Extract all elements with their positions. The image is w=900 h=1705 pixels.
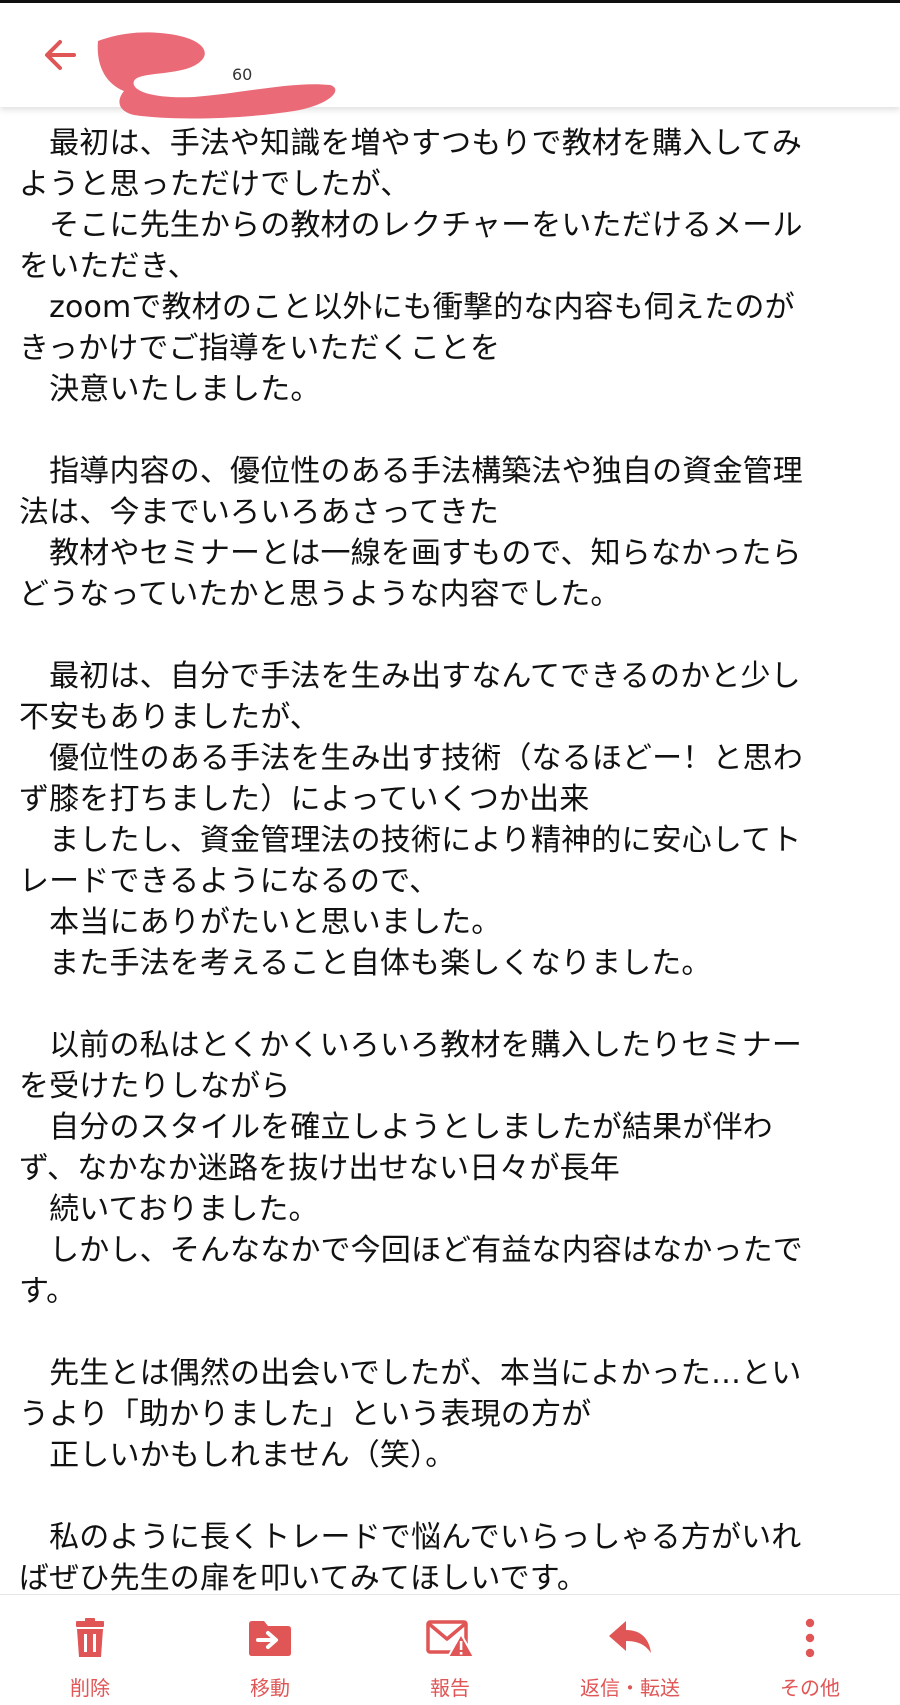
email-line: そこに先生からの教材のレクチャーをいただけるメール	[19, 208, 803, 243]
back-button[interactable]	[34, 29, 86, 81]
paragraph-break	[19, 984, 891, 1025]
paragraph-break	[19, 1476, 891, 1517]
email-line: 続いておりました。	[19, 1192, 319, 1227]
email-line: うより「助かりました」という表現の方が	[19, 1397, 592, 1432]
email-line: 正しいかもしれません（笑）。	[19, 1438, 456, 1473]
delete-label: 削除	[70, 1676, 110, 1700]
email-line: きっかけでご指導をいただくことを	[19, 331, 501, 366]
email-line: 優位性のある手法を生み出す技術（なるほどー！と思わ	[19, 741, 803, 776]
email-line: しかし、そんななかで今回ほど有益な内容はなかったで	[19, 1233, 803, 1268]
more-button[interactable]: その他	[730, 1595, 890, 1705]
email-body: 最初は、手法や知識を増やすつもりで教材を購入してみ ようと思っただけでしたが、 そ…	[19, 123, 891, 1599]
email-line: す。	[19, 1274, 77, 1309]
report-mail-icon	[425, 1613, 475, 1663]
report-button[interactable]: 報告	[370, 1595, 530, 1705]
move-label: 移動	[250, 1676, 290, 1700]
email-line: ず膝を打ちました）によっていくつか出来	[19, 782, 590, 817]
app-header: 60	[0, 3, 900, 119]
email-line: を受けたりしながら	[19, 1069, 291, 1104]
delete-button[interactable]: 削除	[10, 1595, 170, 1705]
paragraph-break	[19, 410, 891, 451]
email-line: 不安もありましたが、	[19, 700, 320, 735]
email-line: ましたし、資金管理法の技術により精神的に安心してト	[19, 823, 802, 858]
move-folder-icon	[245, 1613, 295, 1663]
email-line: 最初は、手法や知識を増やすつもりで教材を購入してみ	[19, 126, 802, 161]
reply-icon	[605, 1613, 655, 1663]
email-line: 教材やセミナーとは一線を画すもので、知らなかったら	[19, 536, 802, 571]
email-line: 決意いたしました。	[19, 372, 321, 407]
email-line: 指導内容の、優位性のある手法構築法や独自の資金管理	[19, 454, 803, 489]
email-line: ようと思っただけでしたが、	[19, 167, 411, 202]
bottom-toolbar: 削除 移動 報告 返信・転送 その他	[0, 1594, 900, 1705]
email-line: レードできるようになるので、	[19, 864, 440, 899]
email-line: ばぜひ先生の扉を叩いてみてほしいです。	[19, 1561, 588, 1596]
email-line: 自分のスタイルを確立しようとしましたが結果が伴わ	[19, 1110, 773, 1145]
trash-icon	[65, 1613, 115, 1663]
email-line: ず、なかなか迷路を抜け出せない日々が長年	[19, 1151, 620, 1186]
report-label: 報告	[430, 1676, 470, 1700]
email-line: どうなっていたかと思うような内容でした。	[19, 577, 621, 612]
redaction-mark	[97, 32, 336, 119]
email-line: 法は、今までいろいろあさってきた	[19, 495, 499, 530]
email-line: また手法を考えること自体も楽しくなりました。	[19, 946, 712, 981]
back-arrow-icon	[45, 40, 76, 70]
email-line: zoomで教材のこと以外にも衝撃的な内容も伺えたのが	[19, 290, 795, 325]
email-line: をいただき、	[19, 249, 198, 284]
more-label: その他	[780, 1676, 840, 1700]
reply-forward-button[interactable]: 返信・転送	[550, 1595, 710, 1705]
more-vertical-icon	[785, 1613, 835, 1663]
email-line: 最初は、自分で手法を生み出すなんてできるのかと少し	[19, 659, 801, 694]
email-line: 私のように長くトレードで悩んでいらっしゃる方がいれ	[19, 1520, 802, 1555]
email-line: 以前の私はとくかくいろいろ教材を購入したりセミナー	[19, 1028, 802, 1063]
reply-forward-label: 返信・転送	[580, 1676, 680, 1700]
email-line: 本当にありがたいと思いました。	[19, 905, 502, 940]
email-line: 先生とは偶然の出会いでしたが、本当によかった…とい	[19, 1356, 802, 1391]
paragraph-break	[19, 615, 891, 656]
paragraph-break	[19, 1312, 891, 1353]
move-button[interactable]: 移動	[190, 1595, 350, 1705]
